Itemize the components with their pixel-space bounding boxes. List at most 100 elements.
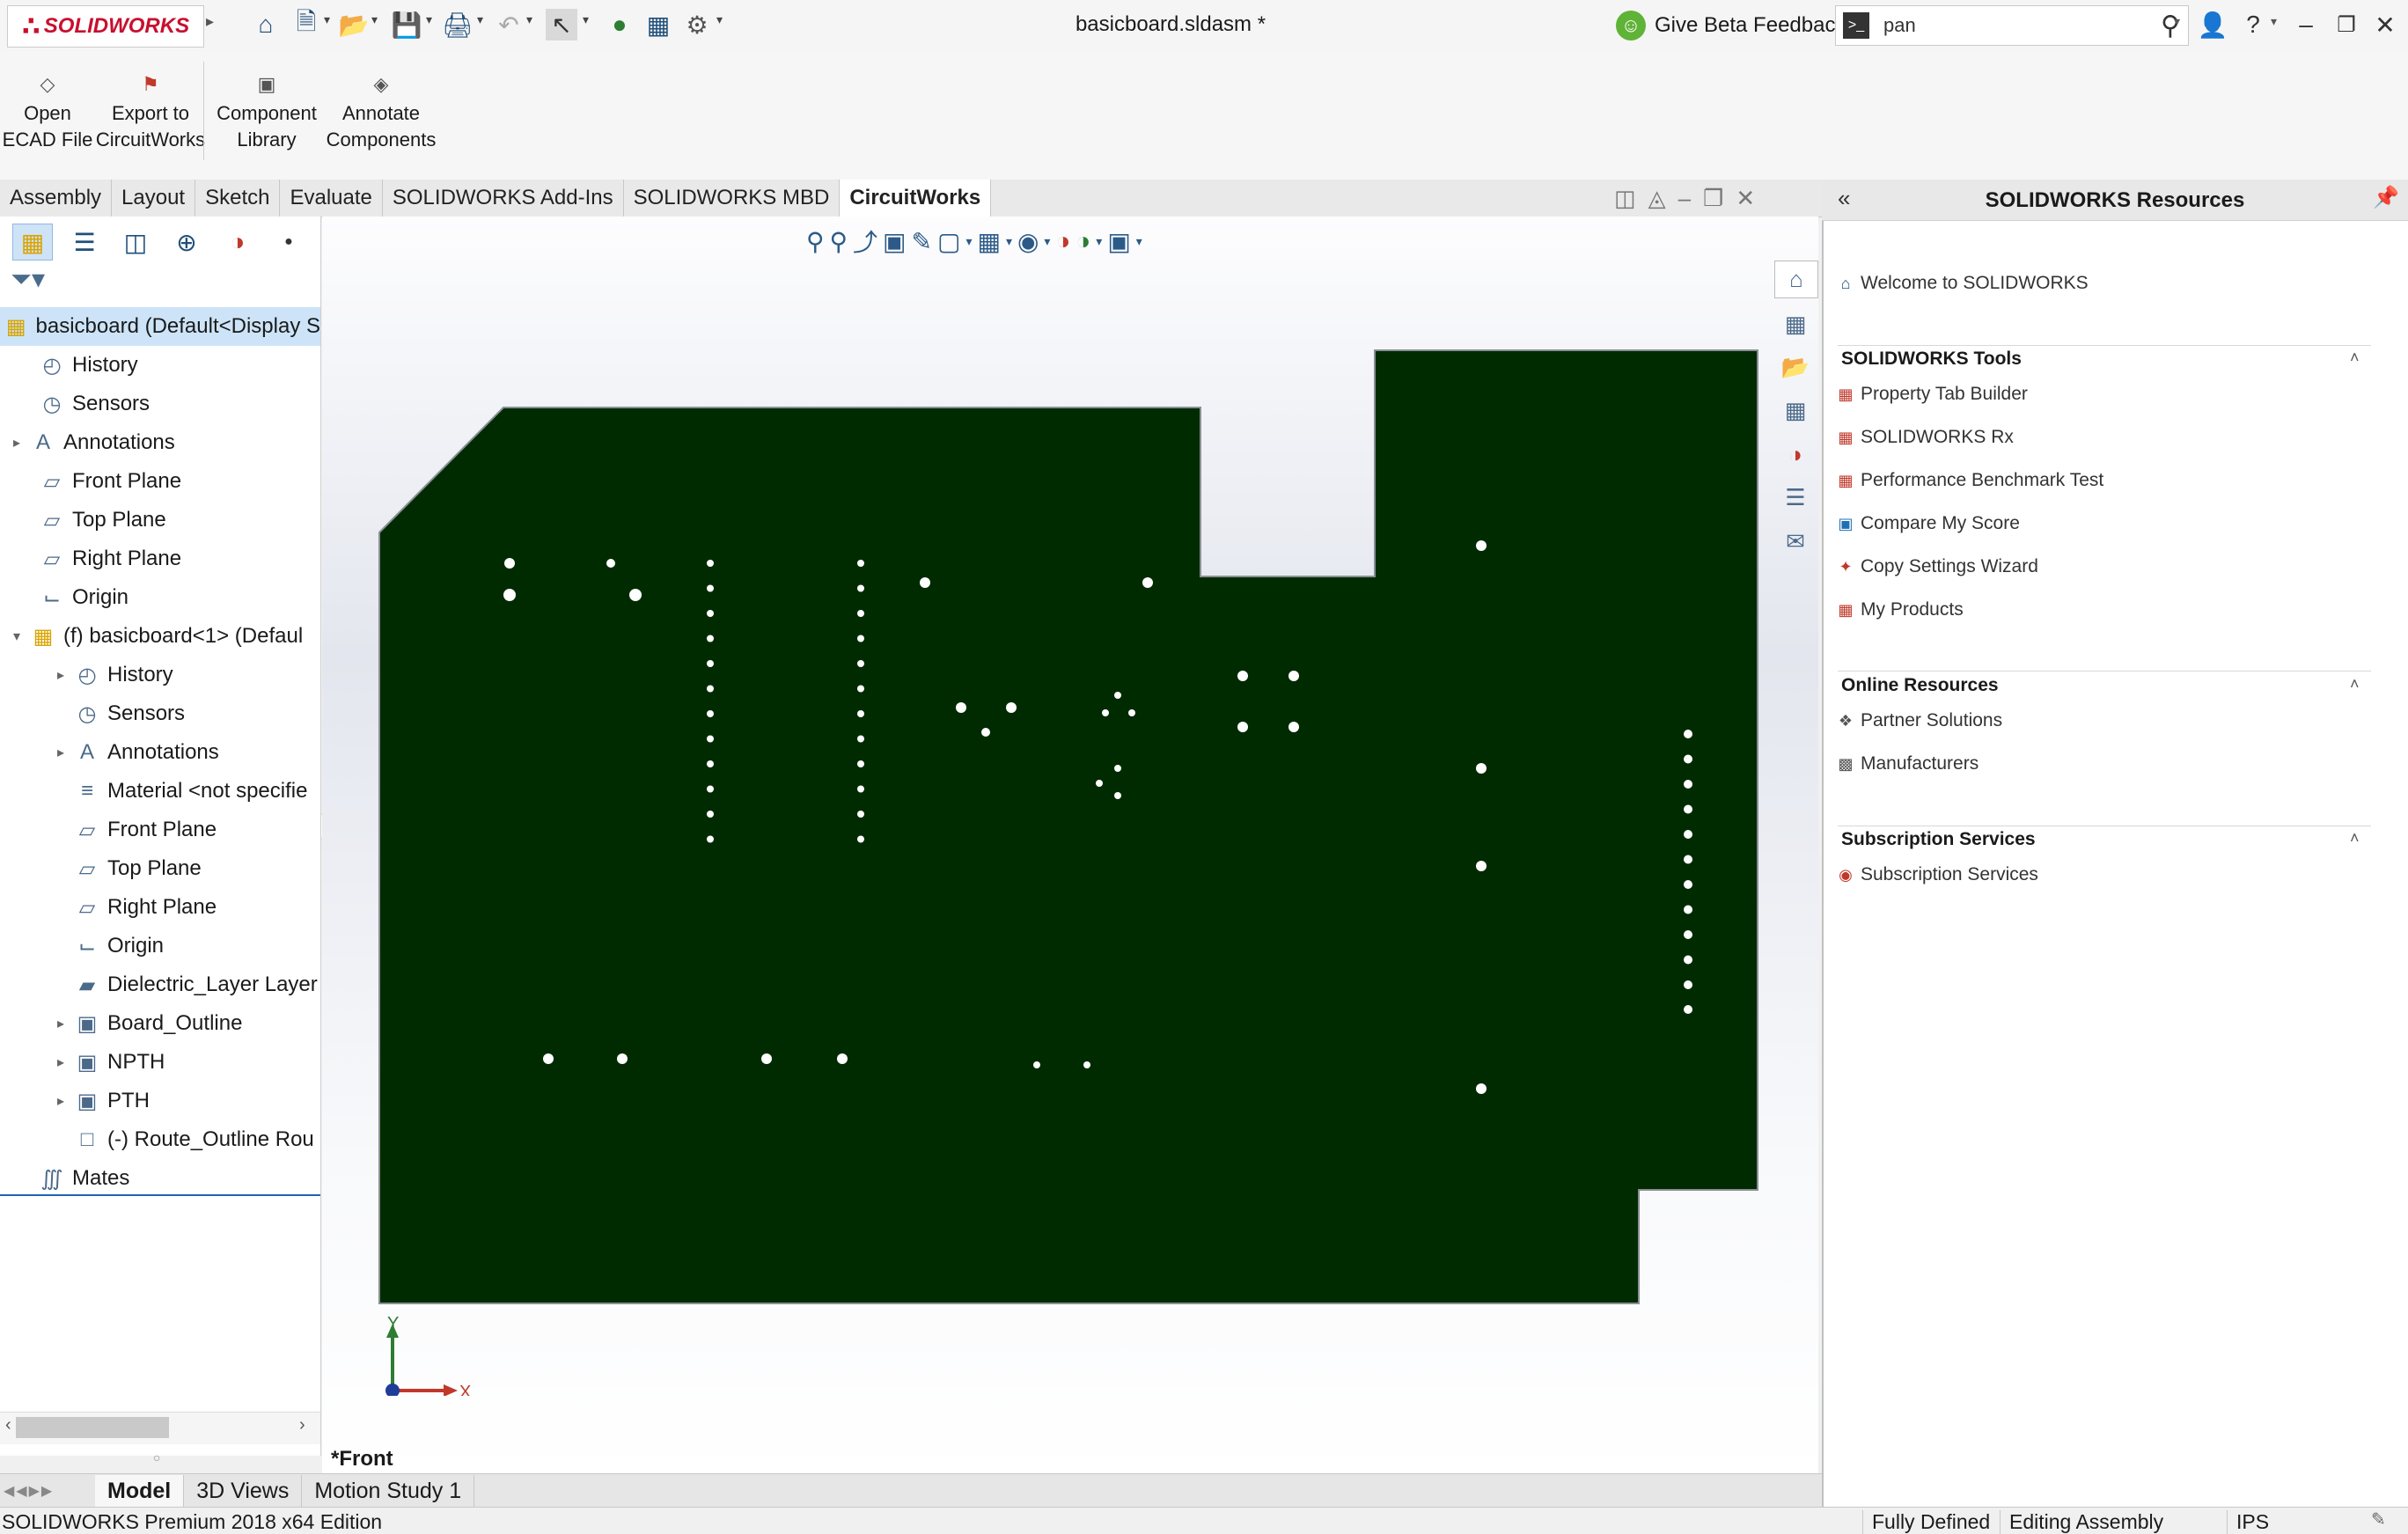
tree-item-part-origin[interactable]: ⌙ Origin [0, 927, 320, 965]
tree-item-front-plane[interactable]: ▱ Front Plane [0, 462, 320, 501]
user-icon[interactable]: 👤 [2195, 7, 2230, 42]
status-options-icon[interactable]: ✎ [2371, 1508, 2386, 1530]
link-property-tab-builder[interactable]: ▦ Property Tab Builder [1838, 384, 2027, 405]
file-properties-icon[interactable]: ▦ [642, 9, 674, 40]
tree-item-material[interactable]: ≡ Material <not specifie [0, 772, 320, 811]
tree-item-part-annotations[interactable]: ▸ A Annotations [0, 733, 320, 772]
tree-item-route-outline[interactable]: □ (-) Route_Outline Rou [0, 1120, 320, 1159]
expand-icon[interactable]: ▸ [51, 744, 70, 761]
tab-assembly[interactable]: Assembly [0, 180, 113, 217]
viewport-close-icon[interactable]: ✕ [1736, 185, 1755, 212]
tree-item-npth[interactable]: ▸ ▣ NPTH [0, 1043, 320, 1082]
new-caret-icon[interactable]: ▾ [324, 12, 336, 27]
forum-icon[interactable]: ✉ [1774, 524, 1817, 560]
viewport-minimize-icon[interactable]: – [1678, 185, 1691, 212]
section-view-icon[interactable]: ▣ [883, 227, 906, 256]
menu-expand-icon[interactable]: ▸ [206, 12, 214, 31]
display-manager-icon[interactable]: ◑ [218, 224, 257, 260]
filter-icon[interactable]: ⏷▾ [11, 264, 45, 295]
zoom-to-fit-icon[interactable]: ⚲ [806, 227, 825, 256]
link-compare-score[interactable]: ▣ Compare My Score [1838, 513, 2019, 534]
tab-nav-arrows-icon[interactable]: ◀◀▶▶ [0, 1482, 95, 1500]
tree-item-pth[interactable]: ▸ ▣ PTH [0, 1082, 320, 1120]
view-settings-caret-icon[interactable]: ▾ [1136, 234, 1142, 249]
open-ecad-file-button[interactable]: ◇ Open ECAD File [0, 69, 95, 153]
expand-icon[interactable]: ▸ [51, 666, 70, 684]
view-orientation-icon[interactable]: ▢ [937, 227, 960, 256]
rebuild-icon[interactable]: ● [604, 9, 635, 40]
minimize-icon[interactable]: – [2288, 7, 2324, 42]
tab-mbd[interactable]: SOLIDWORKS MBD [624, 180, 841, 217]
collapse-section-icon[interactable]: ˄ [2350, 349, 2360, 367]
select-caret-icon[interactable]: ▾ [583, 12, 595, 27]
print-icon[interactable]: 🖨 [442, 9, 474, 40]
configuration-manager-icon[interactable]: ◫ [116, 224, 155, 260]
component-library-button[interactable]: ▣ Component Library [211, 69, 322, 153]
tab-layout[interactable]: Layout [112, 180, 196, 217]
previous-view-icon[interactable]: ⤴ [853, 224, 877, 259]
tree-item-dielectric-layer[interactable]: ▰ Dielectric_Layer Layer [0, 965, 320, 1004]
link-manufacturers[interactable]: ▩ Manufacturers [1838, 753, 1979, 774]
tree-item-mates[interactable]: ∭ Mates [0, 1159, 320, 1198]
solidworks-logo[interactable]: ∴ SOLIDWORKS [7, 5, 204, 48]
home-icon[interactable]: ⌂ [250, 9, 282, 40]
restore-icon[interactable]: ❐ [2329, 7, 2364, 42]
feature-tree-icon[interactable]: ▦ [12, 224, 53, 261]
tree-item-origin[interactable]: ⌙ Origin [0, 578, 320, 617]
tree-root-assembly[interactable]: ▦ basicboard (Default<Display S [0, 307, 320, 346]
scrollbar-thumb[interactable] [16, 1417, 169, 1438]
viewport-tile-left-icon[interactable]: ◫ [1614, 185, 1636, 212]
help-icon[interactable]: ? [2235, 7, 2271, 42]
collapse-section-icon[interactable]: ˄ [2350, 675, 2360, 694]
property-manager-icon[interactable]: ☰ [65, 224, 104, 260]
tree-item-part-right-plane[interactable]: ▱ Right Plane [0, 888, 320, 927]
design-library-icon[interactable]: ▦ [1774, 305, 1817, 341]
zoom-to-area-icon[interactable]: ⚲ [830, 227, 848, 256]
tree-item-part-sensors[interactable]: ◷ Sensors [0, 694, 320, 733]
print-caret-icon[interactable]: ▾ [477, 12, 489, 27]
link-my-products[interactable]: ▦ My Products [1838, 599, 1963, 620]
open-caret-icon[interactable]: ▾ [371, 12, 384, 27]
graphics-viewport[interactable] [322, 217, 1818, 1473]
search-input[interactable]: pan [1876, 14, 2153, 37]
close-icon[interactable]: ✕ [2368, 7, 2403, 42]
tree-item-part-top-plane[interactable]: ▱ Top Plane [0, 849, 320, 888]
expand-icon[interactable]: ▸ [51, 1092, 70, 1110]
scroll-right-icon[interactable]: › [299, 1415, 305, 1435]
expand-icon[interactable]: ▸ [51, 1053, 70, 1071]
display-style-caret-icon[interactable]: ▾ [1006, 234, 1012, 249]
tab-3d-views[interactable]: 3D Views [184, 1475, 303, 1507]
collapse-section-icon[interactable]: ˄ [2350, 829, 2360, 848]
link-copy-settings[interactable]: ✦ Copy Settings Wizard [1838, 556, 2037, 577]
dynamic-annotation-icon[interactable]: ✎ [912, 227, 932, 256]
search-caret-icon[interactable]: ▾ [2174, 14, 2180, 29]
link-benchmark-test[interactable]: ▦ Performance Benchmark Test [1838, 470, 2103, 491]
apply-scene-icon[interactable]: ◑ [1076, 227, 1090, 255]
custom-properties-icon[interactable]: ☰ [1774, 480, 1817, 516]
splitter-handle-icon[interactable]: ○ [153, 1450, 160, 1464]
tree-item-right-plane[interactable]: ▱ Right Plane [0, 539, 320, 578]
viewport-restore-icon[interactable]: ❐ [1703, 185, 1723, 212]
tab-sketch[interactable]: Sketch [195, 180, 281, 217]
export-circuitworks-button[interactable]: ⚑ Export to CircuitWorks [95, 69, 206, 153]
expand-icon[interactable]: ▸ [51, 1015, 70, 1032]
tab-motion-study[interactable]: Motion Study 1 [302, 1475, 475, 1507]
tree-item-annotations[interactable]: ▸ A Annotations [0, 423, 320, 462]
tab-circuitworks[interactable]: CircuitWorks [840, 180, 992, 218]
orientation-caret-icon[interactable]: ▾ [965, 234, 972, 249]
tab-addins[interactable]: SOLIDWORKS Add-Ins [383, 180, 624, 217]
open-icon[interactable]: 📂 [338, 9, 370, 40]
tree-item-basicboard-part[interactable]: ▾ ▦ (f) basicboard<1> (Defaul [0, 617, 320, 656]
save-icon[interactable]: 💾 [391, 9, 422, 40]
undo-icon[interactable]: ↶ [493, 9, 525, 40]
view-settings-icon[interactable]: ▣ [1107, 227, 1130, 256]
viewport-tile-right-icon[interactable]: ◬ [1648, 185, 1666, 212]
beta-feedback-button[interactable]: ☺ Give Beta Feedback [1616, 9, 1846, 42]
file-explorer-icon[interactable]: 📂 [1774, 349, 1817, 385]
scroll-left-icon[interactable]: ‹ [5, 1415, 11, 1435]
pin-icon[interactable]: 📌 [2373, 185, 2399, 210]
panel-more-icon[interactable]: ● [269, 224, 308, 260]
options-caret-icon[interactable]: ▾ [716, 12, 729, 27]
edit-appearance-icon[interactable]: ◑ [1055, 227, 1070, 255]
save-caret-icon[interactable]: ▾ [426, 12, 438, 27]
